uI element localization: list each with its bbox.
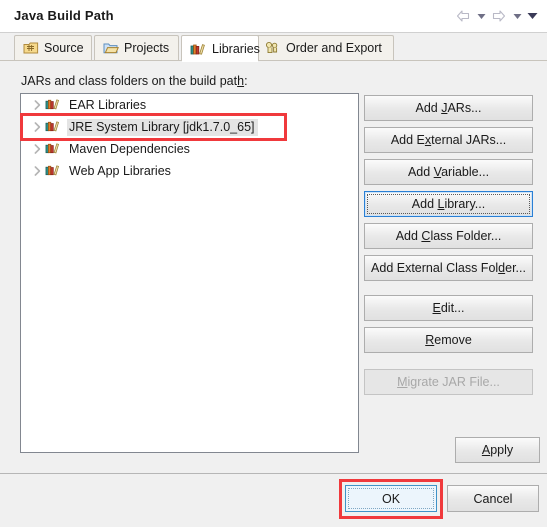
tab-source-label: Source <box>44 41 84 55</box>
add-external-jars-button[interactable]: Add External JARs... <box>364 127 533 153</box>
apply-button[interactable]: Apply <box>455 437 540 463</box>
menu-dropdown-icon[interactable] <box>525 7 539 25</box>
add-class-folder-button[interactable]: Add Class Folder... <box>364 223 533 249</box>
build-path-tree[interactable]: EAR Libraries JRE System Library [jdk1.7… <box>20 93 359 453</box>
order-export-icon <box>265 41 281 55</box>
tree-item-label: Maven Dependencies <box>69 141 190 156</box>
tree-item-label: Web App Libraries <box>69 163 171 178</box>
tab-order-and-export[interactable]: Order and Export <box>256 35 394 60</box>
libraries-books-icon <box>190 42 207 56</box>
cancel-button[interactable]: Cancel <box>447 485 539 512</box>
chevron-right-icon[interactable] <box>29 122 45 132</box>
add-library-button[interactable]: Add Library... <box>364 191 533 217</box>
back-arrow-icon[interactable] <box>453 7 473 25</box>
add-external-class-folder-button[interactable]: Add External Class Folder... <box>364 255 533 281</box>
library-icon <box>45 119 61 135</box>
add-variable-button[interactable]: Add Variable... <box>364 159 533 185</box>
tab-libraries[interactable]: Libraries <box>181 35 260 62</box>
chevron-right-icon[interactable] <box>29 166 45 176</box>
tab-projects-label: Projects <box>124 41 170 55</box>
ok-button-label: OK <box>381 491 401 506</box>
dialog-footer: OK Cancel <box>0 474 547 527</box>
tab-source[interactable]: Source <box>14 35 92 60</box>
remove-button[interactable]: Remove <box>364 327 533 353</box>
add-jars-button[interactable]: Add JARs... <box>364 95 533 121</box>
tree-item-label: JRE System Library [jdk1.7.0_65] <box>67 118 258 136</box>
tab-libraries-label: Libraries <box>212 41 260 56</box>
library-icon <box>45 141 61 157</box>
libraries-tab-content: JARs and class folders on the build path… <box>0 61 547 473</box>
tab-bar: Source Projects Libraries Order and Expo… <box>0 33 547 62</box>
build-path-list-label: JARs and class folders on the build path… <box>21 74 248 88</box>
ok-button[interactable]: OK <box>345 485 437 512</box>
library-icon <box>45 163 61 179</box>
projects-folder-icon <box>103 41 119 55</box>
cancel-button-label: Cancel <box>473 491 513 506</box>
dialog-title-bar: Java Build Path <box>0 0 547 33</box>
chevron-right-icon[interactable] <box>29 100 45 110</box>
tree-item-jre-system-library[interactable]: JRE System Library [jdk1.7.0_65] <box>21 116 358 138</box>
tab-order-and-export-label: Order and Export <box>286 41 382 55</box>
forward-arrow-icon[interactable] <box>489 7 509 25</box>
forward-dropdown-icon[interactable] <box>510 7 524 25</box>
tab-projects[interactable]: Projects <box>94 35 179 60</box>
tree-item-ear-libraries[interactable]: EAR Libraries <box>21 94 358 116</box>
edit-button[interactable]: Edit... <box>364 295 533 321</box>
chevron-right-icon[interactable] <box>29 144 45 154</box>
tree-item-label: EAR Libraries <box>69 97 147 112</box>
back-dropdown-icon[interactable] <box>474 7 488 25</box>
page-title: Java Build Path <box>14 8 114 23</box>
navigation-icon-group <box>453 7 539 25</box>
tree-item-maven-dependencies[interactable]: Maven Dependencies <box>21 138 358 160</box>
source-folder-icon <box>23 41 39 55</box>
migrate-jar-file-button: Migrate JAR File... <box>364 369 533 395</box>
library-icon <box>45 97 61 113</box>
tree-item-web-app-libraries[interactable]: Web App Libraries <box>21 160 358 182</box>
